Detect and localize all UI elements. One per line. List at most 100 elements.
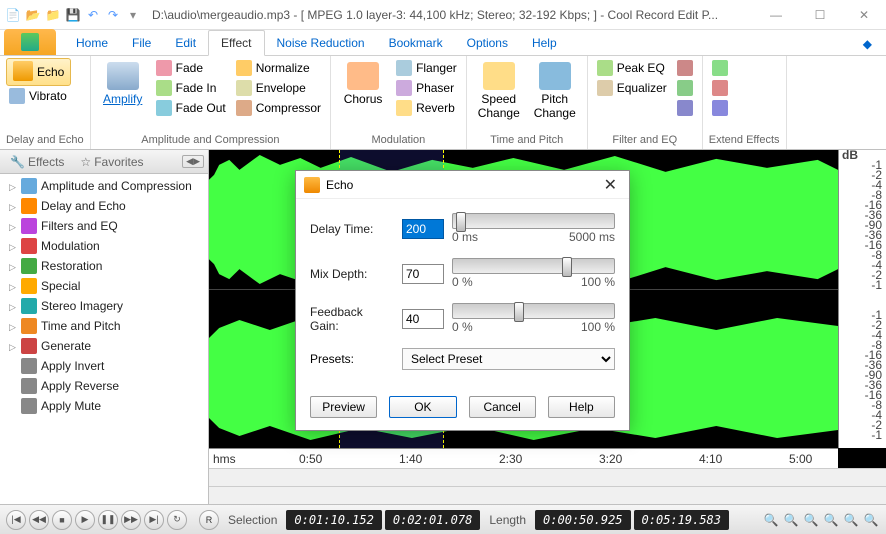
ext1-button[interactable] xyxy=(709,58,731,78)
tree-item-3[interactable]: ▷Modulation xyxy=(0,236,208,256)
qat-save-icon[interactable]: 💾 xyxy=(64,6,82,24)
tab-bookmark[interactable]: Bookmark xyxy=(377,31,455,55)
qat-redo-icon[interactable]: ↷ xyxy=(104,6,122,24)
close-button[interactable]: ✕ xyxy=(842,0,886,30)
delay-slider[interactable] xyxy=(452,213,615,229)
tree-item-9[interactable]: Apply Invert xyxy=(0,356,208,376)
qat-new-icon[interactable]: 📄 xyxy=(4,6,22,24)
tree-item-0[interactable]: ▷Amplitude and Compression xyxy=(0,176,208,196)
stop-button[interactable]: ■ xyxy=(52,510,72,530)
tree-item-10[interactable]: Apply Reverse xyxy=(0,376,208,396)
tree-item-6[interactable]: ▷Stereo Imagery xyxy=(0,296,208,316)
zoom-out-icon[interactable]: 🔍 xyxy=(782,511,800,529)
tab-noise[interactable]: Noise Reduction xyxy=(265,31,377,55)
normalize-button[interactable]: Normalize xyxy=(233,58,324,78)
qat-open2-icon[interactable]: 📁 xyxy=(44,6,62,24)
equalizer-button[interactable]: Equalizer xyxy=(594,78,670,98)
ext3-button[interactable] xyxy=(709,98,731,118)
expand-icon[interactable]: ▷ xyxy=(8,242,17,251)
ext2-button[interactable] xyxy=(709,78,731,98)
tree-item-1[interactable]: ▷Delay and Echo xyxy=(0,196,208,216)
ok-button[interactable]: OK xyxy=(389,396,456,418)
tab-edit[interactable]: Edit xyxy=(163,31,208,55)
loop-button[interactable]: ↻ xyxy=(167,510,187,530)
mix-input[interactable] xyxy=(402,264,444,284)
fx3-button[interactable] xyxy=(674,98,696,118)
tab-options[interactable]: Options xyxy=(455,31,520,55)
h-scrollbar-2[interactable] xyxy=(209,486,886,504)
sidebar-tab-favorites[interactable]: ☆ Favorites xyxy=(74,153,149,171)
expand-icon[interactable]: ▷ xyxy=(8,282,17,291)
phaser-button[interactable]: Phaser xyxy=(393,78,460,98)
maximize-button[interactable]: ☐ xyxy=(798,0,842,30)
zoom-sel-icon[interactable]: 🔍 xyxy=(802,511,820,529)
expand-icon[interactable]: ▷ xyxy=(8,342,17,351)
play-button[interactable]: ▶ xyxy=(75,510,95,530)
expand-icon[interactable]: ▷ xyxy=(8,202,17,211)
tree-item-7[interactable]: ▷Time and Pitch xyxy=(0,316,208,336)
cancel-button[interactable]: Cancel xyxy=(469,396,536,418)
ribbon-help-icon[interactable]: ◆ xyxy=(849,33,886,55)
tree-item-11[interactable]: Apply Mute xyxy=(0,396,208,416)
expand-icon[interactable] xyxy=(8,402,17,411)
file-menu-button[interactable] xyxy=(4,29,56,55)
qat-open-icon[interactable]: 📂 xyxy=(24,6,42,24)
presets-select[interactable]: Select Preset xyxy=(402,348,615,370)
record-button[interactable]: R xyxy=(199,510,219,530)
fb-slider[interactable] xyxy=(452,303,615,319)
qat-dropdown-icon[interactable]: ▾ xyxy=(124,6,142,24)
fx2-button[interactable] xyxy=(674,78,696,98)
tab-file[interactable]: File xyxy=(120,31,163,55)
tab-help[interactable]: Help xyxy=(520,31,569,55)
expand-icon[interactable]: ▷ xyxy=(8,322,17,331)
expand-icon[interactable]: ▷ xyxy=(8,182,17,191)
sidebar-tab-effects[interactable]: 🔧 Effects xyxy=(4,153,70,171)
minimize-button[interactable]: — xyxy=(754,0,798,30)
zoom-in-icon[interactable]: 🔍 xyxy=(762,511,780,529)
goto-start-button[interactable]: |◀ xyxy=(6,510,26,530)
echo-button[interactable]: Echo xyxy=(6,58,71,86)
peakeq-button[interactable]: Peak EQ xyxy=(594,58,670,78)
h-scrollbar-1[interactable] xyxy=(209,468,886,486)
envelope-button[interactable]: Envelope xyxy=(233,78,324,98)
chorus-button[interactable]: Chorus xyxy=(337,58,389,110)
compressor-button[interactable]: Compressor xyxy=(233,98,324,118)
fx1-button[interactable] xyxy=(674,58,696,78)
speed-button[interactable]: Speed Change xyxy=(473,58,525,124)
mix-slider[interactable] xyxy=(452,258,615,274)
qat-undo-icon[interactable]: ↶ xyxy=(84,6,102,24)
flanger-button[interactable]: Flanger xyxy=(393,58,460,78)
fadein-button[interactable]: Fade In xyxy=(153,78,229,98)
dialog-close-button[interactable]: ✕ xyxy=(600,175,621,195)
pitch-button[interactable]: Pitch Change xyxy=(529,58,581,124)
fb-input[interactable] xyxy=(402,309,444,329)
help-button[interactable]: Help xyxy=(548,396,615,418)
amplify-button[interactable]: Amplify xyxy=(97,58,149,110)
rewind-button[interactable]: ◀◀ xyxy=(29,510,49,530)
fadeout-button[interactable]: Fade Out xyxy=(153,98,229,118)
tree-item-4[interactable]: ▷Restoration xyxy=(0,256,208,276)
zoom-v-out-icon[interactable]: 🔍 xyxy=(862,511,880,529)
vibrato-button[interactable]: Vibrato xyxy=(6,86,71,106)
tree-item-5[interactable]: ▷Special xyxy=(0,276,208,296)
pause-button[interactable]: ❚❚ xyxy=(98,510,118,530)
zoom-fit-icon[interactable]: 🔍 xyxy=(822,511,840,529)
expand-icon[interactable]: ▷ xyxy=(8,222,17,231)
goto-end-button[interactable]: ▶| xyxy=(144,510,164,530)
tab-effect[interactable]: Effect xyxy=(208,30,264,56)
tree-item-2[interactable]: ▷Filters and EQ xyxy=(0,216,208,236)
expand-icon[interactable] xyxy=(8,362,17,371)
expand-icon[interactable]: ▷ xyxy=(8,302,17,311)
preview-button[interactable]: Preview xyxy=(310,396,377,418)
tab-home[interactable]: Home xyxy=(64,31,120,55)
reverb-button[interactable]: Reverb xyxy=(393,98,460,118)
timeline[interactable]: hms 0:50 1:40 2:30 3:20 4:10 5:00 xyxy=(209,448,838,468)
ffwd-button[interactable]: ▶▶ xyxy=(121,510,141,530)
fade-button[interactable]: Fade xyxy=(153,58,229,78)
delay-input[interactable] xyxy=(402,219,444,239)
tree-item-8[interactable]: ▷Generate xyxy=(0,336,208,356)
expand-icon[interactable] xyxy=(8,382,17,391)
expand-icon[interactable]: ▷ xyxy=(8,262,17,271)
zoom-v-in-icon[interactable]: 🔍 xyxy=(842,511,860,529)
sidebar-pin-icon[interactable]: ◀▶ xyxy=(182,155,204,168)
